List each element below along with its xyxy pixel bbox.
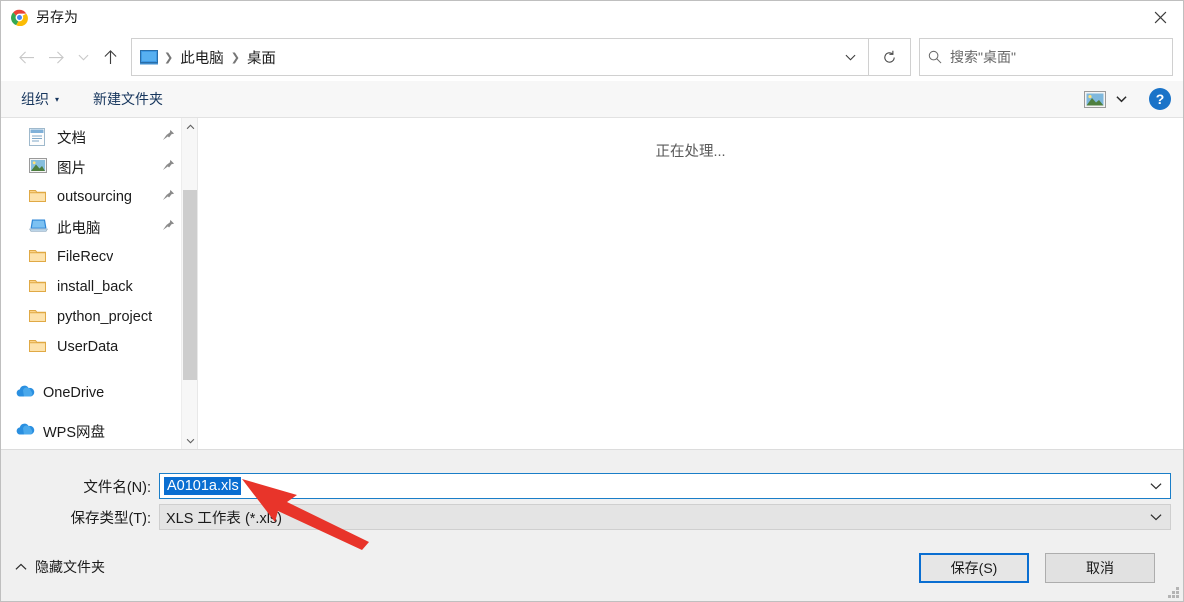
refresh-icon[interactable] [869, 38, 911, 76]
cloud-icon [15, 422, 35, 440]
scroll-down-chevron-down-icon[interactable] [182, 432, 197, 449]
sidebar-row: 文档 [1, 122, 197, 152]
sidebar-row: WPS网盘 [1, 416, 197, 446]
sidebar-item-label: python_project [57, 309, 153, 325]
computer-icon [28, 218, 49, 236]
bottom-panel: 文件名(N): A0101a.xls 保存类型(T): XLS 工作表 (*.x… [1, 449, 1183, 601]
sidebar-item-label: WPS网盘 [43, 424, 106, 441]
search-placeholder: 搜索"桌面" [950, 49, 1016, 65]
command-bar: 组织 ▾ 新建文件夹 ? [1, 81, 1183, 118]
filename-row: 文件名(N): A0101a.xls [1, 473, 1171, 499]
help-button[interactable]: ? [1149, 88, 1171, 110]
folder-icon [29, 188, 49, 206]
breadcrumb-item-this-pc[interactable]: 此电脑 [175, 47, 229, 68]
scrollbar-thumb[interactable] [183, 190, 197, 380]
sidebar-item-python-project[interactable]: python_project [1, 302, 197, 332]
sidebar-row: OneDrive [1, 378, 197, 408]
sidebar-item-wps-cloud[interactable]: WPS网盘 [1, 416, 197, 446]
sidebar-item-onedrive[interactable]: OneDrive [1, 378, 197, 408]
folder-icon [29, 308, 49, 326]
filename-chevron-down-icon[interactable] [1150, 482, 1162, 490]
window-title: 另存为 [36, 9, 78, 25]
sidebar-item-label: FileRecv [57, 249, 114, 265]
sidebar-item-label: 文档 [57, 130, 86, 147]
pin-icon[interactable] [162, 129, 175, 145]
sidebar-item-label: install_back [57, 279, 133, 295]
save-as-dialog: 另存为 ❯ 此电脑 ❯ 桌面 搜索"桌面" 组织 ▾ 新建文件夹 ? 文档 图片… [0, 0, 1184, 602]
scroll-up-chevron-up-icon[interactable] [182, 118, 197, 135]
pin-icon[interactable] [162, 219, 175, 235]
hide-folders-button[interactable]: 隐藏文件夹 [15, 557, 105, 577]
chevron-down-icon: ▾ [55, 94, 60, 104]
chrome-logo-icon [11, 9, 28, 26]
processing-status-text: 正在处理... [655, 144, 726, 160]
sidebar-item-label: UserData [57, 339, 119, 355]
sidebar-row: FileRecv [1, 242, 197, 272]
document-icon [29, 128, 49, 146]
filename-value[interactable]: A0101a.xls [164, 477, 241, 495]
hide-folders-label: 隐藏文件夹 [35, 559, 105, 575]
sidebar-item-label: 图片 [57, 160, 86, 177]
breadcrumb[interactable]: ❯ 此电脑 ❯ 桌面 [131, 38, 869, 76]
sidebar-row: outsourcing [1, 182, 197, 212]
search-icon [928, 50, 942, 64]
recent-locations-chevron-down-icon[interactable] [71, 42, 95, 72]
folder-icon [29, 248, 49, 266]
pin-icon[interactable] [162, 159, 175, 175]
forward-arrow-icon[interactable] [41, 42, 71, 72]
view-options-chevron-down-icon[interactable] [1106, 91, 1135, 107]
pin-icon[interactable] [162, 189, 175, 205]
sidebar-scrollbar[interactable] [181, 118, 197, 449]
breadcrumb-separator: ❯ [230, 51, 240, 64]
sidebar-item-label: outsourcing [57, 189, 132, 205]
picture-icon [29, 158, 49, 176]
up-arrow-icon[interactable] [95, 42, 125, 72]
sidebar-item-label: OneDrive [43, 385, 105, 401]
cancel-button[interactable]: 取消 [1045, 553, 1155, 583]
cloud-icon [15, 384, 35, 402]
save-button[interactable]: 保存(S) [919, 553, 1029, 583]
new-folder-label: 新建文件夹 [93, 91, 164, 107]
folder-icon [29, 338, 49, 356]
sidebar-row: 图片 [1, 152, 197, 182]
picture-view-icon[interactable] [1084, 90, 1106, 108]
navigation-pane: 文档 图片 outsourcing 此电脑 FileRecv install_b… [1, 118, 197, 449]
navigation-bar: ❯ 此电脑 ❯ 桌面 搜索"桌面" [1, 33, 1183, 81]
filename-label: 文件名(N): [83, 479, 151, 496]
chevron-up-icon [15, 563, 27, 571]
sidebar-row: UserData [1, 332, 197, 362]
title-bar: 另存为 [1, 1, 1183, 33]
back-arrow-icon[interactable] [11, 42, 41, 72]
new-folder-button[interactable]: 新建文件夹 [85, 85, 171, 113]
filetype-chevron-down-icon[interactable] [1150, 513, 1162, 521]
filename-input[interactable]: A0101a.xls [159, 473, 1171, 499]
search-input[interactable]: 搜索"桌面" [919, 38, 1173, 76]
sidebar-row: python_project [1, 302, 197, 332]
dialog-button-row: 保存(S) 取消 [919, 553, 1155, 583]
breadcrumb-item-desktop[interactable]: 桌面 [242, 47, 281, 68]
close-button[interactable] [1137, 1, 1183, 33]
organize-button[interactable]: 组织 ▾ [13, 85, 67, 113]
sidebar-item-label: 此电脑 [57, 220, 101, 237]
sidebar-item-filerecv[interactable]: FileRecv [1, 242, 197, 272]
sidebar-item-install-back[interactable]: install_back [1, 272, 197, 302]
resize-grip-icon[interactable] [1165, 584, 1179, 598]
filetype-select[interactable]: XLS 工作表 (*.xls) [159, 504, 1171, 530]
file-list-pane[interactable]: 正在处理... [197, 118, 1183, 449]
filetype-row: 保存类型(T): XLS 工作表 (*.xls) [1, 504, 1171, 530]
filetype-label: 保存类型(T): [70, 510, 151, 527]
sidebar-row: install_back [1, 272, 197, 302]
dialog-body: 文档 图片 outsourcing 此电脑 FileRecv install_b… [1, 118, 1183, 449]
breadcrumb-separator: ❯ [164, 51, 174, 64]
sidebar-item-userdata[interactable]: UserData [1, 332, 197, 362]
monitor-icon [140, 49, 158, 65]
sidebar-row: 此电脑 [1, 212, 197, 242]
filetype-value: XLS 工作表 (*.xls) [166, 510, 283, 527]
organize-label: 组织 [21, 91, 49, 107]
breadcrumb-chevron-down-icon[interactable] [837, 53, 864, 61]
folder-icon [29, 278, 49, 296]
